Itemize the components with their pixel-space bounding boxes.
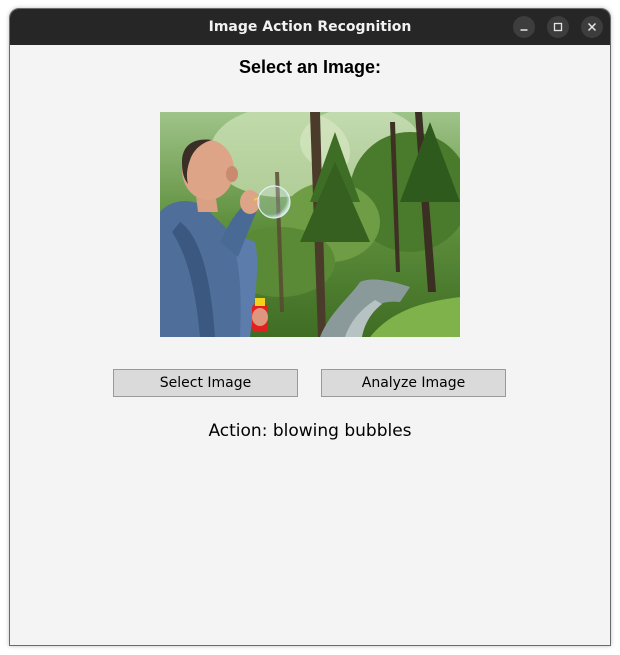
title-bar[interactable]: Image Action Recognition [10,9,610,45]
selected-image-preview [160,112,460,337]
close-button[interactable] [581,16,603,38]
minimize-button[interactable] [513,16,535,38]
close-icon [587,22,597,32]
maximize-icon [553,22,563,32]
main-content: Select an Image: Select Image Analyze Im… [10,45,610,645]
page-heading: Select an Image: [238,57,382,77]
app-window: Image Action Recognition Select an Image… [9,8,611,646]
select-image-button[interactable]: Select Image [113,369,298,397]
minimize-icon [520,29,528,31]
maximize-button[interactable] [547,16,569,38]
analyze-image-button[interactable]: Analyze Image [321,369,506,397]
action-result-label: Action: blowing bubbles [208,421,412,441]
